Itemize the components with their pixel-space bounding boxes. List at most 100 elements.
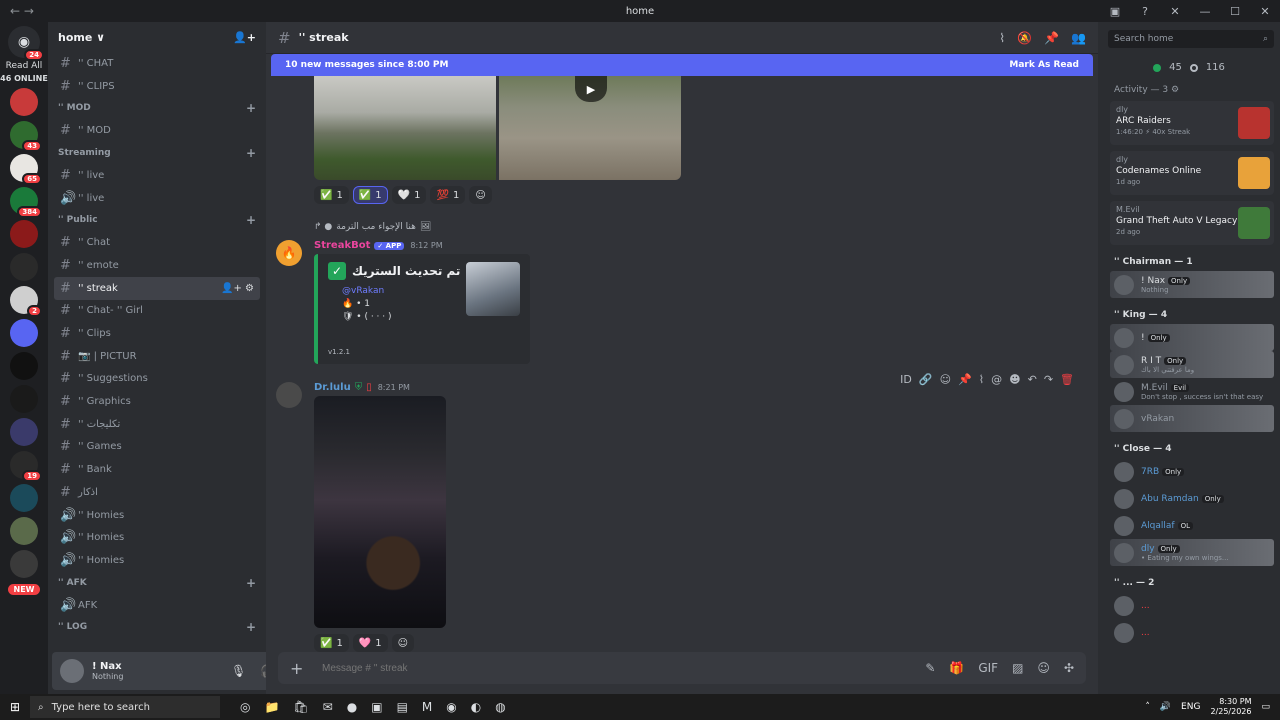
channel-item[interactable]: # '' Bank (54, 458, 260, 481)
server-icon[interactable] (10, 517, 38, 545)
channel-settings-icon[interactable]: 👤+ ⚙ (221, 283, 254, 294)
mic-icon[interactable]: 🎙 (231, 664, 246, 678)
pin-icon[interactable]: 📌 (958, 373, 972, 386)
server-icon[interactable]: 43 (10, 121, 42, 152)
channel-item[interactable]: 🔊 '' Homies (54, 504, 260, 527)
server-icon[interactable] (10, 220, 38, 248)
tools-icon[interactable]: ✕ (1160, 0, 1190, 22)
trash-icon[interactable]: 🗑 (1060, 373, 1074, 386)
add-attachment-icon[interactable]: + (290, 659, 314, 678)
channel-item[interactable]: # '' Chat (54, 231, 260, 254)
channel-item[interactable]: # '' emote (54, 254, 260, 277)
inbox-icon[interactable]: ▣ (1100, 0, 1130, 22)
channel-category[interactable]: '' MOD + (48, 97, 266, 119)
link-icon[interactable]: 🔗 (919, 373, 933, 386)
message-composer[interactable]: + ✎ 🎁 GIF ▨ ☺ ✣ (278, 652, 1086, 684)
chrome-icon[interactable]: ◎ (240, 700, 250, 714)
channel-category[interactable]: '' AFK + (48, 572, 266, 594)
member-item[interactable]: 7RB Only (1110, 458, 1274, 485)
close-button[interactable]: ✕ (1250, 0, 1280, 22)
channel-item[interactable]: # '' streak 👤+ ⚙ (54, 276, 260, 300)
maximize-button[interactable]: ☐ (1220, 0, 1250, 22)
notification-icon[interactable]: ▭ (1261, 702, 1270, 712)
server-icon[interactable]: 19 (10, 451, 42, 482)
taskbar-search[interactable]: ⌕ Type here to search (30, 696, 220, 718)
server-icon[interactable] (10, 319, 38, 347)
forward-icon[interactable]: ↷ (1044, 373, 1053, 386)
server-icon[interactable] (10, 484, 38, 512)
nitro-icon[interactable]: ✎ (925, 661, 935, 675)
chevron-up-icon[interactable]: ˄ (1145, 702, 1150, 712)
channel-item[interactable]: # '' تكليجات (54, 413, 260, 436)
username[interactable]: StreakBot (314, 240, 370, 251)
mute-icon[interactable]: 🔕 (1017, 31, 1032, 45)
reaction-chip[interactable]: 🤍 1 (391, 186, 427, 204)
channel-item[interactable]: # '' CHAT (54, 52, 260, 75)
app-icon[interactable]: ▣ (371, 700, 382, 714)
channel-item[interactable]: 🔊 AFK (54, 594, 260, 617)
channel-item[interactable]: 🔊 '' Homies (54, 549, 260, 572)
channel-item[interactable]: # '' MOD (54, 119, 260, 142)
server-icon[interactable]: 65 (10, 154, 42, 185)
emoji-icon[interactable]: ☺ (1037, 661, 1050, 675)
emoji-icon[interactable]: ☻ (1009, 373, 1020, 386)
landscape-image[interactable] (314, 76, 496, 180)
channel-item[interactable]: # 📷 | PICTUR (54, 345, 260, 368)
member-item[interactable]: dly Only • Eating my own wings... (1110, 539, 1274, 566)
message-input[interactable] (322, 662, 822, 674)
app-icon[interactable]: ◐ (471, 700, 481, 714)
channel-item[interactable]: # '' Clips (54, 322, 260, 345)
reaction-chip[interactable]: ✅ 1 (314, 634, 349, 652)
discord-icon[interactable]: ◉ (446, 700, 456, 714)
channel-item[interactable]: # '' live (54, 164, 260, 187)
new-badge[interactable]: NEW (7, 584, 41, 595)
avatar[interactable] (276, 382, 302, 408)
activity-card[interactable]: dly Codenames Online 1d ago (1110, 151, 1274, 195)
thread-icon[interactable]: ⌇ (979, 373, 984, 386)
apps-icon[interactable]: ✣ (1064, 661, 1074, 675)
minimize-button[interactable]: — (1190, 0, 1220, 22)
member-item[interactable]: ! Only (1110, 324, 1274, 351)
channel-category[interactable]: Streaming + (48, 142, 266, 164)
excel-icon[interactable]: ▤ (397, 700, 408, 714)
reaction-chip[interactable]: ✅ 1 (352, 186, 388, 204)
play-icon[interactable]: ▶ (575, 76, 607, 102)
channel-item[interactable]: # '' Suggestions (54, 368, 260, 391)
server-icon[interactable] (10, 418, 38, 446)
add-channel-icon[interactable]: + (246, 146, 256, 160)
add-reaction-icon[interactable]: ☺ (391, 634, 415, 652)
channel-item[interactable]: # '' Games (54, 436, 260, 459)
store-icon[interactable]: 🛍 (293, 700, 308, 714)
channel-category[interactable]: '' LOG + (48, 616, 266, 638)
mail-icon[interactable]: ✉ (323, 700, 333, 714)
channel-item[interactable]: 🔊 '' Homies (54, 526, 260, 549)
activity-card[interactable]: dly ARC Raiders 1:46:20 ⚡ 40x Streak (1110, 101, 1274, 145)
app-icon[interactable]: ● (347, 700, 357, 714)
server-icon[interactable] (10, 385, 38, 413)
gift-icon[interactable]: 🎁 (949, 661, 964, 675)
channel-category[interactable]: '' Public + (48, 209, 266, 231)
member-item[interactable]: vRakan (1110, 405, 1274, 432)
windows-start-icon[interactable]: ⊞ (0, 700, 30, 714)
id-icon[interactable]: ID (900, 373, 912, 386)
volume-icon[interactable]: 🔊 (1160, 702, 1171, 712)
new-messages-bar[interactable]: 10 new messages since 8:00 PM Mark As Re… (271, 54, 1093, 76)
server-icon[interactable]: 2 (10, 286, 42, 317)
pin-icon[interactable]: 📌 (1044, 31, 1059, 45)
server-icon[interactable] (10, 253, 38, 281)
activity-card[interactable]: M.Evil Grand Theft Auto V Legacy 2d ago (1110, 201, 1274, 245)
app-icon[interactable]: M (422, 700, 432, 714)
member-item[interactable]: Abu Ramdan Only (1110, 485, 1274, 512)
channel-item[interactable]: # '' CLIPS (54, 75, 260, 98)
threads-icon[interactable]: ⌇ (999, 31, 1005, 45)
member-item[interactable]: M.Evil Evil Don't stop , success isn't tha… (1110, 378, 1274, 405)
reaction-icon[interactable]: ☺ (940, 373, 951, 386)
reaction-chip[interactable]: ✅ 1 (314, 186, 349, 204)
car-photo[interactable] (314, 396, 446, 628)
channel-item[interactable]: # '' Graphics (54, 390, 260, 413)
channel-item[interactable]: 🔊 '' live (54, 187, 260, 210)
reply-icon[interactable]: ↶ (1028, 373, 1037, 386)
search-input[interactable]: Search home ⌕ (1108, 30, 1274, 48)
mark-as-read-button[interactable]: Mark As Read (1009, 60, 1079, 70)
server-icon[interactable] (10, 352, 38, 380)
